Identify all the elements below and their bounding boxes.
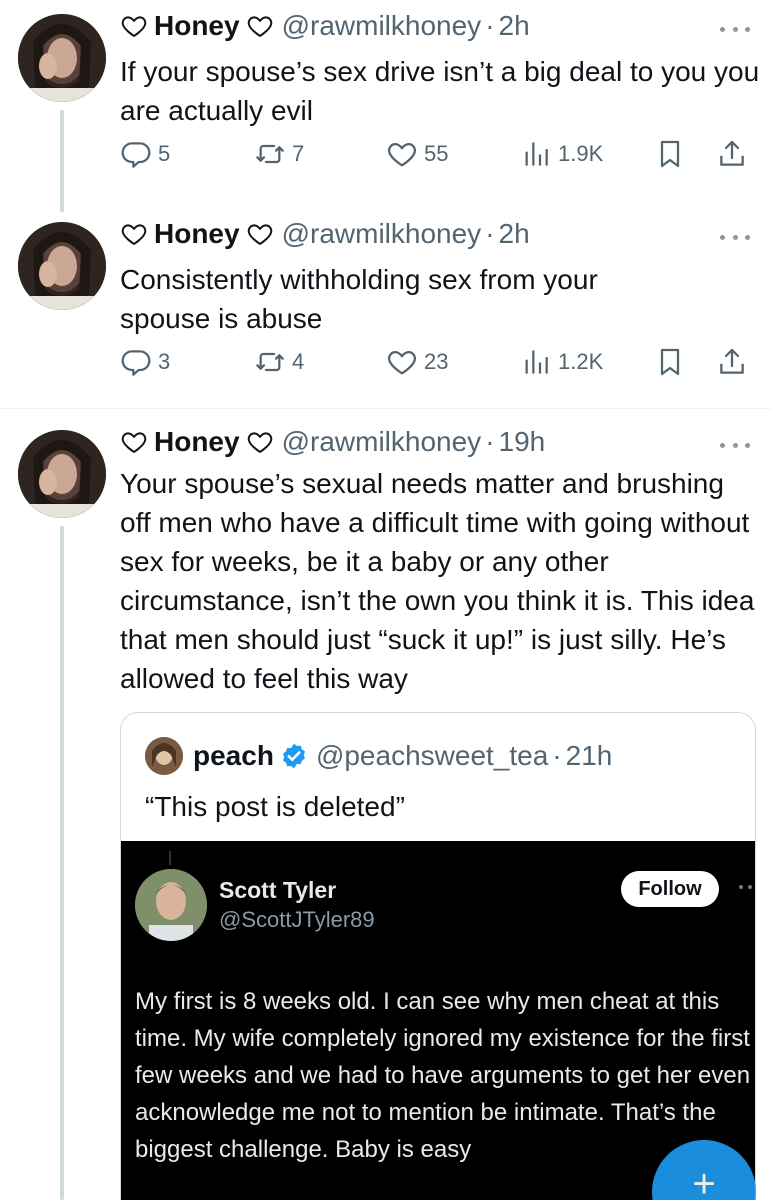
media-post-text: My first is 8 weeks old. I can see why m… bbox=[135, 988, 751, 1163]
retweet-button[interactable]: 7 bbox=[254, 138, 304, 170]
tweet-header: Honey @rawmilkhoney · 19h bbox=[120, 426, 545, 458]
heart-outline-icon bbox=[120, 12, 148, 40]
quote-author-handle[interactable]: @peachsweet_tea bbox=[316, 740, 548, 772]
reply-button[interactable]: 5 bbox=[120, 138, 170, 170]
tweet-2[interactable]: Honey @rawmilkhoney · 2h Consistently wi… bbox=[0, 208, 772, 408]
like-icon bbox=[386, 138, 418, 170]
more-options-icon[interactable] bbox=[720, 24, 750, 34]
like-count: 23 bbox=[424, 349, 449, 374]
bookmark-button[interactable] bbox=[654, 138, 692, 170]
heart-outline-icon bbox=[246, 12, 274, 40]
quote-avatar[interactable] bbox=[145, 737, 183, 775]
like-button[interactable]: 55 bbox=[386, 138, 448, 170]
retweet-button[interactable]: 4 bbox=[254, 346, 304, 378]
media-author-handle: @ScottJTyler89 bbox=[219, 907, 375, 932]
tweet-divider bbox=[0, 408, 772, 409]
avatar[interactable] bbox=[18, 430, 106, 518]
author-handle[interactable]: @rawmilkhoney bbox=[282, 10, 482, 42]
quote-media-screenshot[interactable]: Scott Tyler @ScottJTyler89 Follow My fir… bbox=[121, 841, 755, 1200]
share-button[interactable] bbox=[716, 138, 754, 170]
share-icon bbox=[716, 346, 748, 378]
views-icon bbox=[520, 138, 552, 170]
separator-dot: · bbox=[552, 740, 562, 771]
bookmark-icon bbox=[654, 138, 686, 170]
views-icon bbox=[520, 346, 552, 378]
reply-count: 5 bbox=[158, 141, 171, 166]
author-name[interactable]: Honey bbox=[154, 426, 240, 458]
bookmark-icon bbox=[654, 346, 686, 378]
share-button[interactable] bbox=[716, 346, 754, 378]
quote-timestamp[interactable]: 21h bbox=[566, 740, 613, 772]
separator-dot: · bbox=[485, 10, 495, 41]
retweet-count: 7 bbox=[292, 141, 305, 166]
heart-outline-icon bbox=[246, 220, 274, 248]
media-author-name: Scott Tyler bbox=[219, 877, 337, 903]
separator-dot: · bbox=[485, 426, 495, 457]
heart-outline-icon bbox=[120, 220, 148, 248]
tweet-text: If your spouse’s sex drive isn’t a big d… bbox=[120, 56, 760, 126]
author-name[interactable]: Honey bbox=[154, 218, 240, 250]
quoted-tweet[interactable]: peach @peachsweet_tea · 21h “This post i… bbox=[120, 712, 756, 1200]
action-bar: 3 4 23 1.2K bbox=[120, 346, 760, 382]
views-button[interactable]: 1.2K bbox=[520, 346, 603, 378]
quote-author-name[interactable]: peach bbox=[193, 740, 274, 772]
media-avatar bbox=[135, 869, 207, 941]
author-handle[interactable]: @rawmilkhoney bbox=[282, 218, 482, 250]
tweet-text: Consistently withholding sex from your s… bbox=[120, 264, 598, 334]
tweet-header: Honey @rawmilkhoney · 2h bbox=[120, 10, 530, 42]
avatar[interactable] bbox=[18, 14, 106, 102]
more-options-icon bbox=[739, 885, 755, 891]
quote-header: peach @peachsweet_tea · 21h bbox=[145, 737, 612, 775]
tweet-text: Your spouse’s sexual needs matter and br… bbox=[120, 468, 755, 694]
reply-button[interactable]: 3 bbox=[120, 346, 170, 378]
share-icon bbox=[716, 138, 748, 170]
reply-icon bbox=[120, 346, 152, 378]
action-bar: 5 7 55 1.9K bbox=[120, 138, 760, 174]
like-icon bbox=[386, 346, 418, 378]
plus-icon: + bbox=[692, 1162, 716, 1200]
reply-count: 3 bbox=[158, 349, 171, 374]
timestamp[interactable]: 2h bbox=[499, 10, 530, 42]
reply-icon bbox=[120, 138, 152, 170]
tweet-1[interactable]: Honey @rawmilkhoney · 2h If your spouse’… bbox=[0, 0, 772, 200]
heart-outline-icon bbox=[246, 428, 274, 456]
avatar[interactable] bbox=[18, 222, 106, 310]
timestamp[interactable]: 19h bbox=[499, 426, 546, 458]
tweet-header: Honey @rawmilkhoney · 2h bbox=[120, 218, 530, 250]
retweet-count: 4 bbox=[292, 349, 305, 374]
retweet-icon bbox=[254, 346, 286, 378]
separator-dot: · bbox=[485, 218, 495, 249]
view-count: 1.2K bbox=[558, 349, 604, 374]
timestamp[interactable]: 2h bbox=[499, 218, 530, 250]
heart-outline-icon bbox=[120, 428, 148, 456]
more-options-icon[interactable] bbox=[720, 232, 750, 242]
more-options-icon[interactable] bbox=[720, 440, 750, 450]
quote-text: “This post is deleted” bbox=[145, 791, 405, 822]
verified-badge-icon bbox=[280, 742, 308, 770]
like-button[interactable]: 23 bbox=[386, 346, 448, 378]
media-thread-line bbox=[169, 851, 171, 865]
like-count: 55 bbox=[424, 141, 449, 166]
follow-button: Follow bbox=[621, 871, 719, 907]
view-count: 1.9K bbox=[558, 141, 604, 166]
author-handle[interactable]: @rawmilkhoney bbox=[282, 426, 482, 458]
retweet-icon bbox=[254, 138, 286, 170]
views-button[interactable]: 1.9K bbox=[520, 138, 603, 170]
author-name[interactable]: Honey bbox=[154, 10, 240, 42]
bookmark-button[interactable] bbox=[654, 346, 692, 378]
